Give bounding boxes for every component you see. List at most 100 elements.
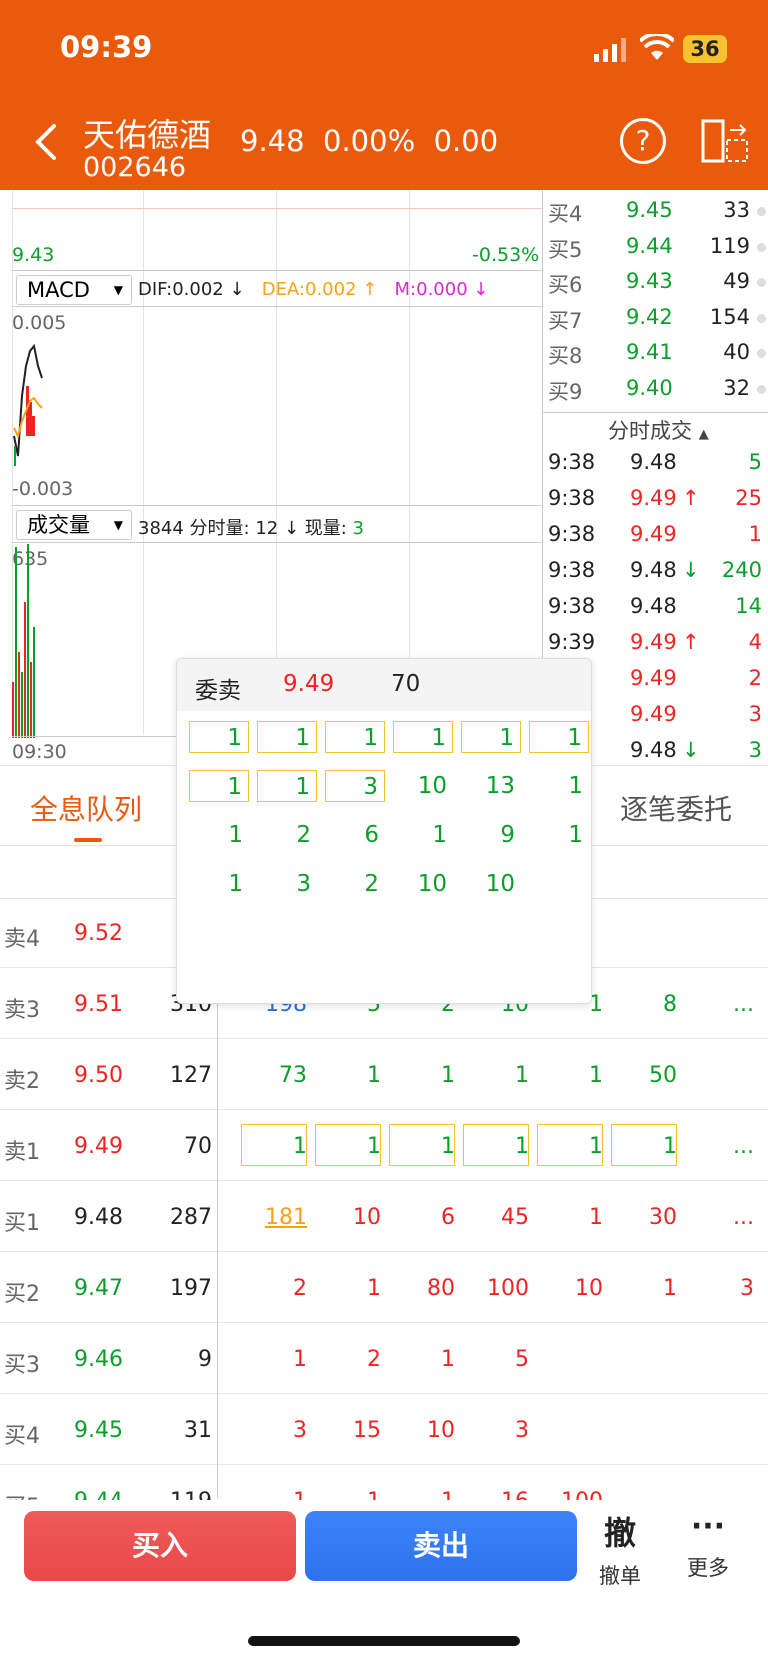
queue-label: 买1 xyxy=(4,1211,40,1236)
popup-order[interactable]: 1 xyxy=(257,770,317,802)
tab-tick-orders[interactable]: 逐笔委托 xyxy=(620,788,732,828)
switch-layout-icon[interactable] xyxy=(700,118,750,164)
trade-row: 9:38 9.48 5 xyxy=(548,450,768,486)
cancel-order-button[interactable]: 撤 撤单 xyxy=(588,1508,652,1590)
trade-time: 9:38 xyxy=(548,486,596,510)
queue-order[interactable]: 1 xyxy=(589,1205,603,1230)
popup-order[interactable]: 3 xyxy=(257,868,317,900)
stock-quote: 9.48 0.00% 0.00 xyxy=(240,124,498,158)
queue-more[interactable]: ... xyxy=(733,992,754,1017)
queue-order[interactable]: 1 xyxy=(367,1063,381,1088)
queue-order[interactable]: 100 xyxy=(487,1276,529,1301)
help-icon[interactable]: ? xyxy=(620,118,666,164)
queue-order[interactable]: 45 xyxy=(501,1205,529,1230)
queue-order[interactable]: 8 xyxy=(663,992,677,1017)
queue-label: 卖2 xyxy=(4,1069,40,1094)
queue-more[interactable]: 3 xyxy=(740,1276,754,1301)
trade-time: 9:38 xyxy=(548,522,596,546)
trade-vol: 4 xyxy=(748,630,762,654)
popup-order[interactable]: 2 xyxy=(325,868,385,900)
popup-order[interactable]: 13 xyxy=(461,770,521,802)
trade-price: 9.49 xyxy=(630,666,677,690)
queue-order[interactable]: 1 xyxy=(293,1347,307,1372)
popup-order[interactable]: 3 xyxy=(325,770,385,802)
queue-order[interactable]: 1 xyxy=(589,1063,603,1088)
queue-price: 9.46 xyxy=(74,1347,123,1372)
queue-more[interactable]: ... xyxy=(733,1134,754,1159)
volume-selector-label: 成交量 xyxy=(27,513,90,537)
queue-order[interactable]: 10 xyxy=(427,1418,455,1443)
queue-more[interactable]: ... xyxy=(733,1205,754,1230)
popup-order[interactable]: 1 xyxy=(461,721,521,753)
queue-order[interactable]: 10 xyxy=(353,1205,381,1230)
popup-order[interactable]: 1 xyxy=(529,721,589,753)
popup-order[interactable]: 1 xyxy=(189,721,249,753)
queue-order-box xyxy=(315,1124,381,1166)
queue-order[interactable]: 30 xyxy=(649,1205,677,1230)
orderbook-price: 9.45 xyxy=(626,198,673,222)
queue-order[interactable]: 3 xyxy=(293,1418,307,1443)
queue-order[interactable]: 1 xyxy=(441,1063,455,1088)
queue-order[interactable]: 2 xyxy=(367,1347,381,1372)
volume-selector[interactable]: 成交量 ▼ xyxy=(16,510,132,540)
queue-order[interactable]: 6 xyxy=(441,1205,455,1230)
queue-total: 70 xyxy=(184,1134,212,1159)
popup-order[interactable]: 1 xyxy=(189,819,249,851)
popup-order[interactable]: 2 xyxy=(257,819,317,851)
popup-order[interactable]: 1 xyxy=(189,868,249,900)
orderbook-price: 9.42 xyxy=(626,304,673,329)
back-icon[interactable] xyxy=(30,120,60,164)
orderbook-vol: 49 xyxy=(723,269,750,293)
queue-order[interactable]: 181 xyxy=(265,1205,307,1230)
signal-icon xyxy=(594,38,626,62)
queue-order[interactable]: 73 xyxy=(279,1063,307,1088)
popup-order[interactable]: 9 xyxy=(461,819,521,851)
popup-order[interactable]: 10 xyxy=(461,868,521,900)
queue-order[interactable]: 1 xyxy=(515,1063,529,1088)
queue-order[interactable]: 15 xyxy=(353,1418,381,1443)
queue-order[interactable]: 2 xyxy=(293,1276,307,1301)
queue-order[interactable]: 1 xyxy=(441,1347,455,1372)
popup-order[interactable]: 10 xyxy=(393,770,453,802)
more-label: 更多 xyxy=(687,1556,729,1580)
queue-order[interactable]: 1 xyxy=(663,1276,677,1301)
queue-order[interactable]: 80 xyxy=(427,1276,455,1301)
popup-vol: 70 xyxy=(391,671,421,697)
more-button[interactable]: ··· 更多 xyxy=(676,1508,740,1582)
orderbook-vol: 32 xyxy=(723,375,750,400)
buy-button[interactable]: 买入 xyxy=(24,1511,296,1581)
queue-label: 卖3 xyxy=(4,998,40,1023)
queue-order[interactable]: 3 xyxy=(515,1418,529,1443)
popup-order[interactable]: 1 xyxy=(393,721,453,753)
dot-icon xyxy=(757,313,766,323)
orderbook-vol: 40 xyxy=(723,340,750,364)
divider xyxy=(12,505,542,506)
macd-dea: DEA:0.002 ↑ xyxy=(261,279,378,300)
queue-order[interactable]: 1 xyxy=(367,1276,381,1301)
trades-header[interactable]: 分时成交 ▲ xyxy=(608,415,709,445)
trade-row: 9:38 9.49 ↑ 25 xyxy=(548,486,768,522)
tab-full-queue[interactable]: 全息队列 xyxy=(30,788,142,828)
popup-order[interactable]: 6 xyxy=(325,819,385,851)
popup-order[interactable]: 1 xyxy=(529,819,589,851)
popup-order[interactable]: 1 xyxy=(325,721,385,753)
trade-price: 9.49 xyxy=(630,630,677,654)
popup-order[interactable]: 1 xyxy=(189,770,249,802)
dot-icon xyxy=(757,242,766,252)
popup-order[interactable]: 1 xyxy=(529,770,589,802)
queue-order[interactable]: 5 xyxy=(515,1347,529,1372)
sell-button[interactable]: 卖出 xyxy=(305,1511,577,1581)
macd-selector[interactable]: MACD ▼ xyxy=(16,275,132,305)
popup-order[interactable]: 1 xyxy=(393,819,453,851)
queue-order-box xyxy=(537,1124,603,1166)
queue-order[interactable]: 50 xyxy=(649,1063,677,1088)
macd-selector-label: MACD xyxy=(27,278,90,302)
queue-total: 9 xyxy=(198,1347,212,1372)
queue-order[interactable]: 10 xyxy=(575,1276,603,1301)
popup-order[interactable]: 10 xyxy=(393,868,453,900)
popup-order[interactable]: 1 xyxy=(257,721,317,753)
queue-row: 买2 9.47 197 2 1 80 100 10 1 3 xyxy=(0,1253,768,1323)
status-time: 09:39 xyxy=(60,30,153,64)
trade-vol: 14 xyxy=(735,594,762,618)
chevron-down-icon: ▼ xyxy=(113,518,123,532)
